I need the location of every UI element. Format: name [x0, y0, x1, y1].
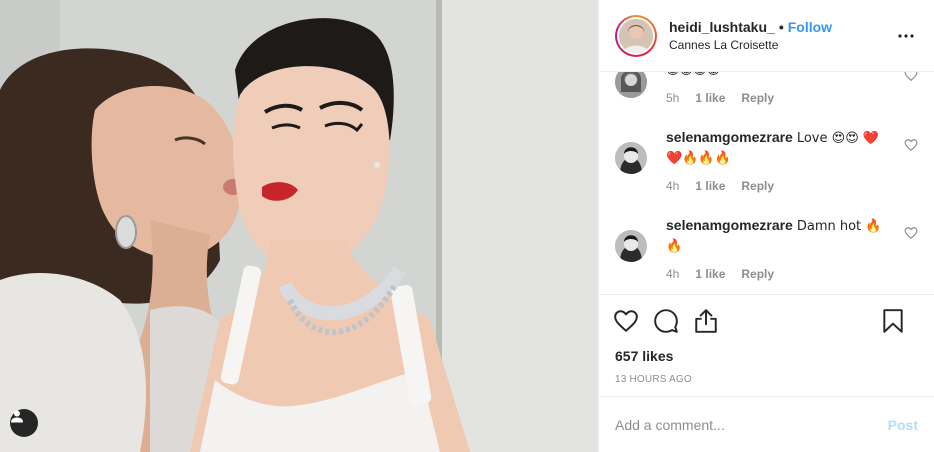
- comment-text: selenamgomezrare Damn hot 🔥🔥: [666, 216, 888, 256]
- more-horizontal-icon: [898, 33, 914, 38]
- comment-meta: 4h 1 like Reply: [666, 179, 774, 193]
- comment-like-icon[interactable]: [904, 138, 918, 152]
- post-location[interactable]: Cannes La Croisette: [669, 38, 894, 52]
- comment-time[interactable]: 5h: [666, 91, 679, 105]
- heart-outline-icon: [614, 309, 638, 332]
- comment-time[interactable]: 4h: [666, 179, 679, 193]
- header-separator: •: [778, 19, 784, 35]
- comment-reply-button[interactable]: Reply: [741, 267, 774, 281]
- comment-meta: 5h 1 like Reply: [666, 91, 774, 105]
- comment-like-icon[interactable]: [904, 72, 918, 82]
- post-header: heidi_lushtaku_ • Follow Cannes La Crois…: [599, 0, 934, 72]
- comment-likes[interactable]: 1 like: [695, 179, 725, 193]
- photo-illustration: [0, 0, 598, 452]
- post-timestamp[interactable]: 13 HOURS AGO: [599, 368, 934, 396]
- comment-time[interactable]: 4h: [666, 267, 679, 281]
- post-photo[interactable]: [0, 0, 598, 452]
- post-actions-bar: [599, 294, 934, 346]
- save-button[interactable]: [880, 308, 906, 334]
- comment-meta: 4h 1 like Reply: [666, 267, 774, 281]
- comment-reply-button[interactable]: Reply: [741, 179, 774, 193]
- speech-bubble-icon: [654, 308, 678, 333]
- user-tag-button[interactable]: [10, 409, 38, 437]
- commenter-username[interactable]: selenamgomezrare: [666, 217, 793, 233]
- share-button[interactable]: [693, 308, 719, 334]
- comment-item: 😀😀😀😀 5h 1 like Reply: [615, 72, 918, 112]
- share-upload-icon: [695, 308, 717, 333]
- comment-likes[interactable]: 1 like: [695, 267, 725, 281]
- post-comment-button[interactable]: Post: [888, 417, 918, 433]
- comment-text: selenamgomezrare Love 😍😍 ❤️❤️🔥🔥🔥: [666, 128, 888, 168]
- commenter-username[interactable]: selenamgomezrare: [666, 129, 793, 145]
- more-options-button[interactable]: [894, 24, 918, 48]
- comment-item: selenamgomezrare Damn hot 🔥🔥 4h 1 like Re…: [615, 216, 918, 282]
- user-tag-icon: [11, 410, 23, 423]
- comment-button[interactable]: [653, 308, 679, 334]
- likes-count[interactable]: 657 likes: [599, 346, 934, 368]
- author-username[interactable]: heidi_lushtaku_: [669, 19, 775, 35]
- add-comment-input[interactable]: [615, 416, 888, 433]
- follow-button[interactable]: Follow: [788, 19, 832, 35]
- comment-text: 😀😀😀😀: [666, 72, 888, 76]
- author-avatar-image: [619, 18, 653, 53]
- like-button[interactable]: [613, 308, 639, 334]
- bookmark-icon: [883, 309, 903, 333]
- comments-list[interactable]: 😀😀😀😀 5h 1 like Reply: [599, 72, 934, 294]
- comment-item: selenamgomezrare Love 😍😍 ❤️❤️🔥🔥🔥 4h 1 lik…: [615, 128, 918, 194]
- post-side-panel: heidi_lushtaku_ • Follow Cannes La Crois…: [598, 0, 934, 452]
- comment-like-icon[interactable]: [904, 226, 918, 240]
- author-avatar[interactable]: [615, 14, 657, 57]
- instagram-post: heidi_lushtaku_ • Follow Cannes La Crois…: [0, 0, 934, 452]
- commenter-avatar[interactable]: [615, 72, 647, 98]
- commenter-avatar[interactable]: [615, 230, 647, 262]
- comment-likes[interactable]: 1 like: [695, 91, 725, 105]
- comment-reply-button[interactable]: Reply: [741, 91, 774, 105]
- commenter-avatar[interactable]: [615, 142, 647, 174]
- comment-composer: Post: [599, 396, 934, 452]
